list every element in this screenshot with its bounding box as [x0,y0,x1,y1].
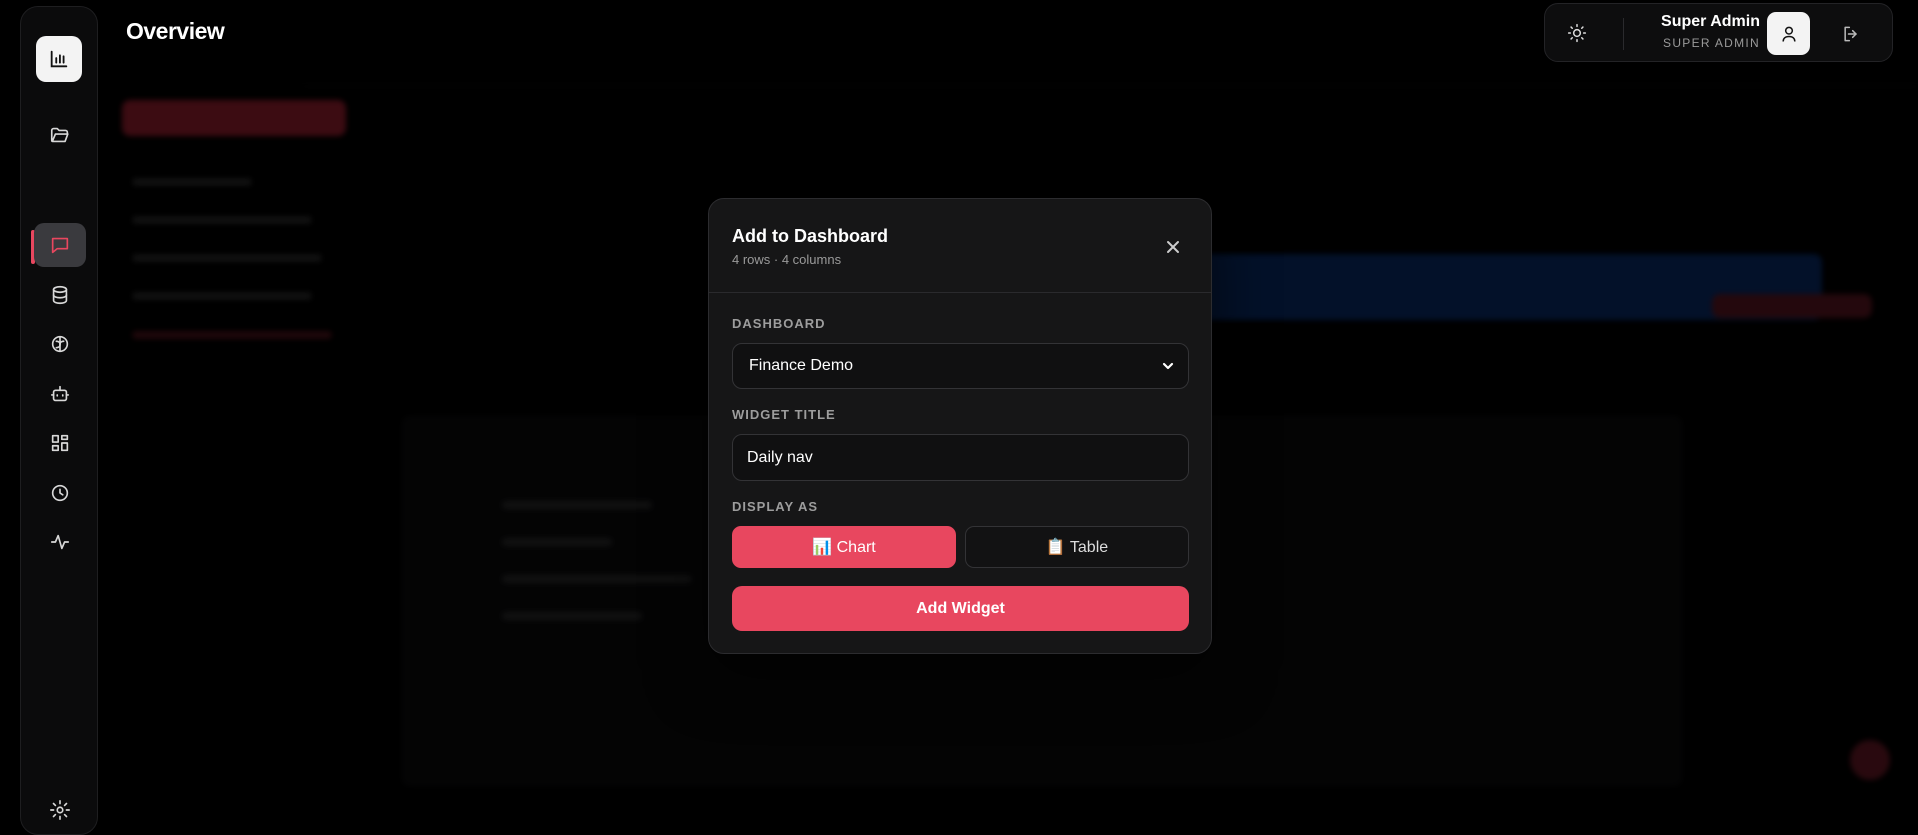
page-title: Overview [126,18,225,44]
sidebar-item-database[interactable] [34,273,86,317]
dashboard-select-value: Finance Demo [749,357,854,374]
database-icon [52,285,68,305]
brain-icon [51,335,69,353]
sidebar-item-brain[interactable] [34,322,86,366]
sidebar-item-chat[interactable] [34,223,86,267]
chat-icon [51,237,69,254]
folder-open-icon [50,127,69,143]
dashboard-label: DASHBOARD [732,316,826,331]
add-widget-button[interactable]: Add Widget [732,586,1189,631]
sidebar-logo[interactable] [36,36,82,82]
user-icon [1781,26,1796,42]
user-name: Super Admin [1661,13,1760,30]
close-button[interactable] [1161,235,1185,259]
add-to-dashboard-modal: Add to Dashboard 4 rows · 4 columns DASH… [708,198,1212,654]
close-icon [1167,241,1179,253]
dashboard-select[interactable]: Finance Demo [732,343,1189,389]
sidebar-item-activity[interactable] [34,520,86,564]
bot-icon [50,385,70,402]
sidebar-item-folders[interactable] [34,113,86,157]
logout-button[interactable] [1837,20,1865,48]
user-panel: Super Admin SUPER ADMIN [1544,3,1893,62]
app-root: Overview Super Admin SUPER ADMIN Add to … [0,0,1918,835]
sidebar-item-bot[interactable] [34,372,86,416]
display-table-button[interactable]: 📋 Table [965,526,1189,568]
widget-title-input[interactable] [732,434,1189,481]
activity-icon [50,534,70,550]
modal-subtitle: 4 rows · 4 columns [732,252,842,267]
avatar[interactable] [1767,12,1810,55]
sidebar-item-settings[interactable] [34,788,86,832]
clock-icon [51,484,69,502]
modal-title: Add to Dashboard [732,226,888,246]
display-as-label: DISPLAY AS [732,499,819,514]
dashboard-grid-icon [51,434,69,452]
logout-icon [1844,26,1857,42]
modal-divider [709,292,1211,293]
display-chart-button[interactable]: 📊 Chart [732,526,956,568]
widget-title-label: WIDGET TITLE [732,407,836,422]
settings-icon [50,800,70,820]
theme-toggle-button[interactable] [1563,19,1591,47]
user-role: SUPER ADMIN [1663,36,1760,50]
sidebar [20,6,98,835]
chevron-down-icon [1160,358,1176,374]
sun-icon [1567,23,1587,43]
bar-chart-icon [50,50,68,68]
user-panel-divider [1623,18,1624,50]
sidebar-item-dashboards[interactable] [34,421,86,465]
sidebar-item-history[interactable] [34,471,86,515]
